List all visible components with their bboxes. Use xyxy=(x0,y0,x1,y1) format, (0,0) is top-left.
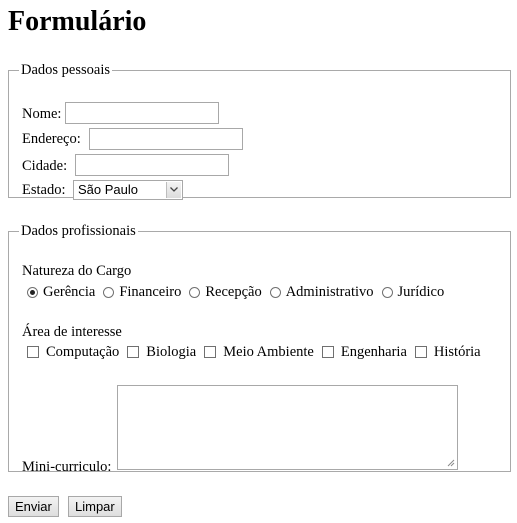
radio-label-financeiro: Financeiro xyxy=(119,283,182,300)
resize-grip-icon[interactable] xyxy=(447,459,455,467)
checkbox-option-biologia[interactable]: Biologia xyxy=(127,344,196,361)
mini-curriculo-textarea[interactable] xyxy=(117,385,458,470)
radio-administrativo[interactable] xyxy=(269,286,281,298)
cidade-input[interactable] xyxy=(75,154,229,176)
checkbox-historia[interactable] xyxy=(414,346,427,358)
limpar-button[interactable]: Limpar xyxy=(68,496,122,517)
radio-option-gerencia[interactable]: Gerência xyxy=(27,284,95,301)
mini-curriculo-label: Mini-curriculo: xyxy=(22,459,112,475)
checkbox-computacao[interactable] xyxy=(27,346,39,358)
checkbox-engenharia[interactable] xyxy=(321,346,334,358)
radio-option-financeiro[interactable]: Financeiro xyxy=(103,284,181,301)
checkbox-option-meio-ambiente[interactable]: Meio Ambiente xyxy=(204,344,314,361)
radio-label-recepcao: Recepção xyxy=(205,283,262,300)
radio-gerencia[interactable] xyxy=(27,286,38,298)
chevron-down-icon[interactable] xyxy=(166,182,181,198)
radio-label-administrativo: Administrativo xyxy=(285,283,374,300)
endereco-input[interactable] xyxy=(89,128,243,150)
checkbox-meio-ambiente[interactable] xyxy=(204,346,217,358)
radio-option-administrativo[interactable]: Administrativo xyxy=(269,283,374,301)
area-interesse-label: Área de interesse xyxy=(22,324,122,340)
page-title: Formulário xyxy=(8,6,147,37)
checkbox-option-computacao[interactable]: Computação xyxy=(27,344,119,361)
radio-label-gerencia: Gerência xyxy=(43,283,96,300)
checkbox-label-computacao: Computação xyxy=(46,343,120,360)
natureza-cargo-options: Gerência Financeiro Recepção Administrat… xyxy=(27,282,452,302)
legend-dados-profissionais: Dados profissionais xyxy=(21,223,136,239)
radio-label-juridico: Jurídico xyxy=(397,283,445,300)
checkbox-label-biologia: Biologia xyxy=(146,343,197,360)
area-interesse-options: Computação Biologia Meio Ambiente Engenh… xyxy=(27,342,489,362)
legend-dados-pessoais: Dados pessoais xyxy=(21,62,111,78)
radio-option-recepcao[interactable]: Recepção xyxy=(189,283,262,301)
radio-financeiro[interactable] xyxy=(103,286,115,298)
radio-option-juridico[interactable]: Jurídico xyxy=(381,283,445,301)
endereco-label: Endereço: xyxy=(22,131,81,147)
estado-select-value: São Paulo xyxy=(78,182,138,197)
nome-input[interactable] xyxy=(65,102,219,124)
cidade-label: Cidade: xyxy=(22,158,68,174)
fieldset-dados-profissionais: Dados profissionais Natureza do Cargo Ge… xyxy=(8,223,511,475)
checkbox-label-engenharia: Engenharia xyxy=(340,343,407,360)
estado-select[interactable]: São Paulo xyxy=(73,180,183,200)
checkbox-option-historia[interactable]: História xyxy=(414,343,481,361)
checkbox-label-historia: História xyxy=(433,343,481,360)
checkbox-option-engenharia[interactable]: Engenharia xyxy=(321,343,407,361)
radio-recepcao[interactable] xyxy=(189,286,201,298)
enviar-button[interactable]: Enviar xyxy=(8,496,59,517)
radio-juridico[interactable] xyxy=(381,286,393,298)
natureza-cargo-label: Natureza do Cargo xyxy=(22,263,132,279)
checkbox-biologia[interactable] xyxy=(127,346,140,358)
nome-label: Nome: xyxy=(22,106,62,122)
estado-label: Estado: xyxy=(22,182,66,198)
checkbox-label-meio-ambiente: Meio Ambiente xyxy=(223,343,314,360)
fieldset-dados-pessoais: Dados pessoais Nome: Endereço: Cidade: E… xyxy=(8,62,511,200)
